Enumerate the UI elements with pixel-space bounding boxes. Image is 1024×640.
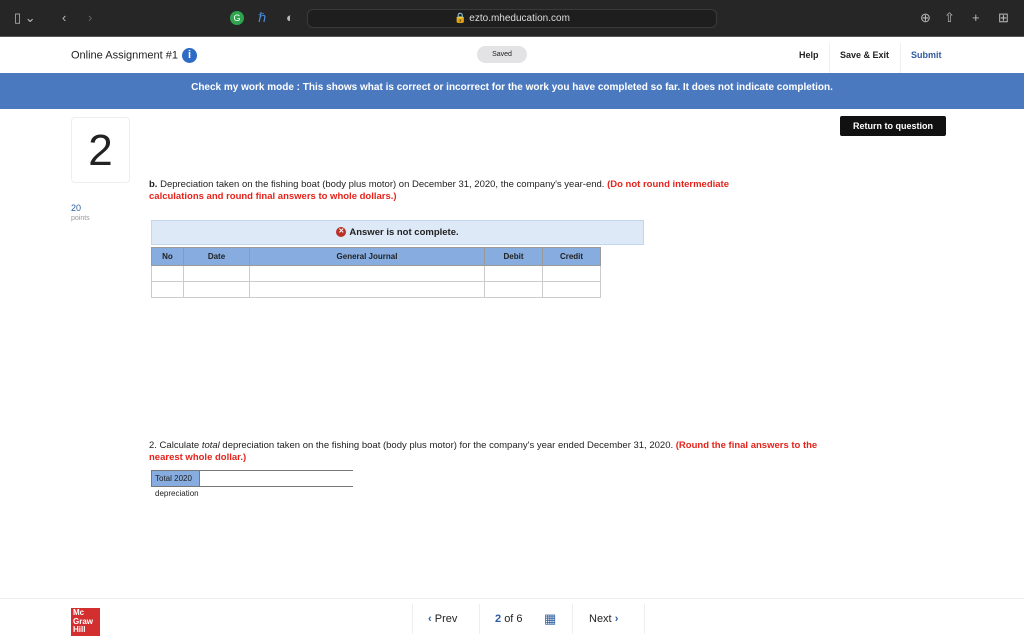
cell[interactable] xyxy=(249,281,485,298)
page-total: of 6 xyxy=(504,613,523,625)
chevron-left-icon: ‹ xyxy=(428,613,432,625)
cell[interactable] xyxy=(183,265,250,282)
part-b-text: Depreciation taken on the fishing boat (… xyxy=(157,179,608,190)
cell[interactable] xyxy=(183,281,250,298)
col-credit: Credit xyxy=(542,247,601,266)
question-number: 2 xyxy=(71,117,130,183)
cell[interactable] xyxy=(151,281,184,298)
next-button[interactable]: Next › xyxy=(589,613,618,625)
submit-button[interactable]: Submit xyxy=(911,50,942,60)
col-date: Date xyxy=(183,247,250,266)
part-b-prompt: b. Depreciation taken on the fishing boa… xyxy=(149,179,779,203)
cell[interactable] xyxy=(542,265,601,282)
extension-icon[interactable]: ℏ xyxy=(258,10,266,26)
forward-icon[interactable]: › xyxy=(88,10,92,25)
save-exit-button[interactable]: Save & Exit xyxy=(840,50,889,60)
total-depreciation-input[interactable] xyxy=(198,471,377,486)
new-tab-icon[interactable]: + xyxy=(972,10,980,25)
sidebar-icon[interactable]: ▯ ⌄ xyxy=(14,10,36,26)
total-depreciation-row: Total 2020 depreciation xyxy=(151,470,377,498)
table-row xyxy=(151,281,601,298)
cell[interactable] xyxy=(484,265,543,282)
check-mode-banner: Check my work mode : This shows what is … xyxy=(0,73,1024,109)
footer: Mc Graw Hill ‹ Prev 2 of 6 ▦ Next › xyxy=(0,598,1024,640)
next-label: Next xyxy=(589,613,612,625)
chevron-right-icon: › xyxy=(614,613,619,625)
tabs-icon[interactable]: ⊞ xyxy=(998,10,1009,26)
return-to-question-button[interactable]: Return to question xyxy=(840,116,946,136)
cell[interactable] xyxy=(249,265,485,282)
prev-button[interactable]: ‹ Prev xyxy=(428,613,457,625)
info-icon[interactable]: i xyxy=(182,48,198,63)
part-2-prefix: 2. Calculate xyxy=(149,440,202,451)
status-text: Answer is not complete. xyxy=(349,227,459,238)
download-icon[interactable]: ⊕ xyxy=(920,10,931,26)
address-bar[interactable]: 🔒 ezto.mheducation.com xyxy=(307,9,717,28)
answer-status: ✕ Answer is not complete. xyxy=(151,220,644,245)
col-no: No xyxy=(151,247,184,266)
share-icon[interactable]: ⇧ xyxy=(944,10,955,26)
assignment-header: Online Assignment #1 i Saved Help Save & … xyxy=(0,38,1024,73)
prev-label: Prev xyxy=(434,613,458,625)
cell[interactable] xyxy=(542,281,601,298)
saved-badge: Saved xyxy=(477,46,527,63)
current-page: 2 xyxy=(495,613,502,625)
points-label: points xyxy=(71,215,90,222)
journal-table: No Date General Journal Debit Credit xyxy=(151,247,601,298)
browser-toolbar: ▯ ⌄ ‹ › G ℏ ◐ ▤ 🔒 ezto.mheducation.com ⊕… xyxy=(0,0,1024,37)
cell[interactable] xyxy=(151,265,184,282)
error-icon: ✕ xyxy=(336,227,347,238)
total-depreciation-label: Total 2020 depreciation xyxy=(152,471,199,498)
part-2-prompt: 2. Calculate total depreciation taken on… xyxy=(149,440,819,464)
help-link[interactable]: Help xyxy=(799,50,819,60)
points-value: 20 xyxy=(71,203,82,213)
grammarly-icon[interactable]: G xyxy=(230,11,244,25)
col-general-journal: General Journal xyxy=(249,247,485,266)
col-debit: Debit xyxy=(484,247,543,266)
part-2-emphasis: total xyxy=(201,440,220,451)
shield-icon[interactable]: ◐ xyxy=(286,10,294,25)
url-text: ezto.mheducation.com xyxy=(469,13,570,24)
assignment-title: Online Assignment #1 i xyxy=(71,48,198,63)
table-header: No Date General Journal Debit Credit xyxy=(151,247,601,266)
part-2-text: depreciation taken on the fishing boat (… xyxy=(219,440,676,451)
page-indicator: 2 of 6 xyxy=(495,613,523,625)
table-row xyxy=(151,265,601,282)
mcgraw-hill-logo: Mc Graw Hill xyxy=(71,608,100,636)
cell[interactable] xyxy=(484,281,543,298)
grid-icon[interactable]: ▦ xyxy=(544,611,556,627)
back-icon[interactable]: ‹ xyxy=(62,10,66,25)
title-text: Online Assignment #1 xyxy=(71,49,179,62)
